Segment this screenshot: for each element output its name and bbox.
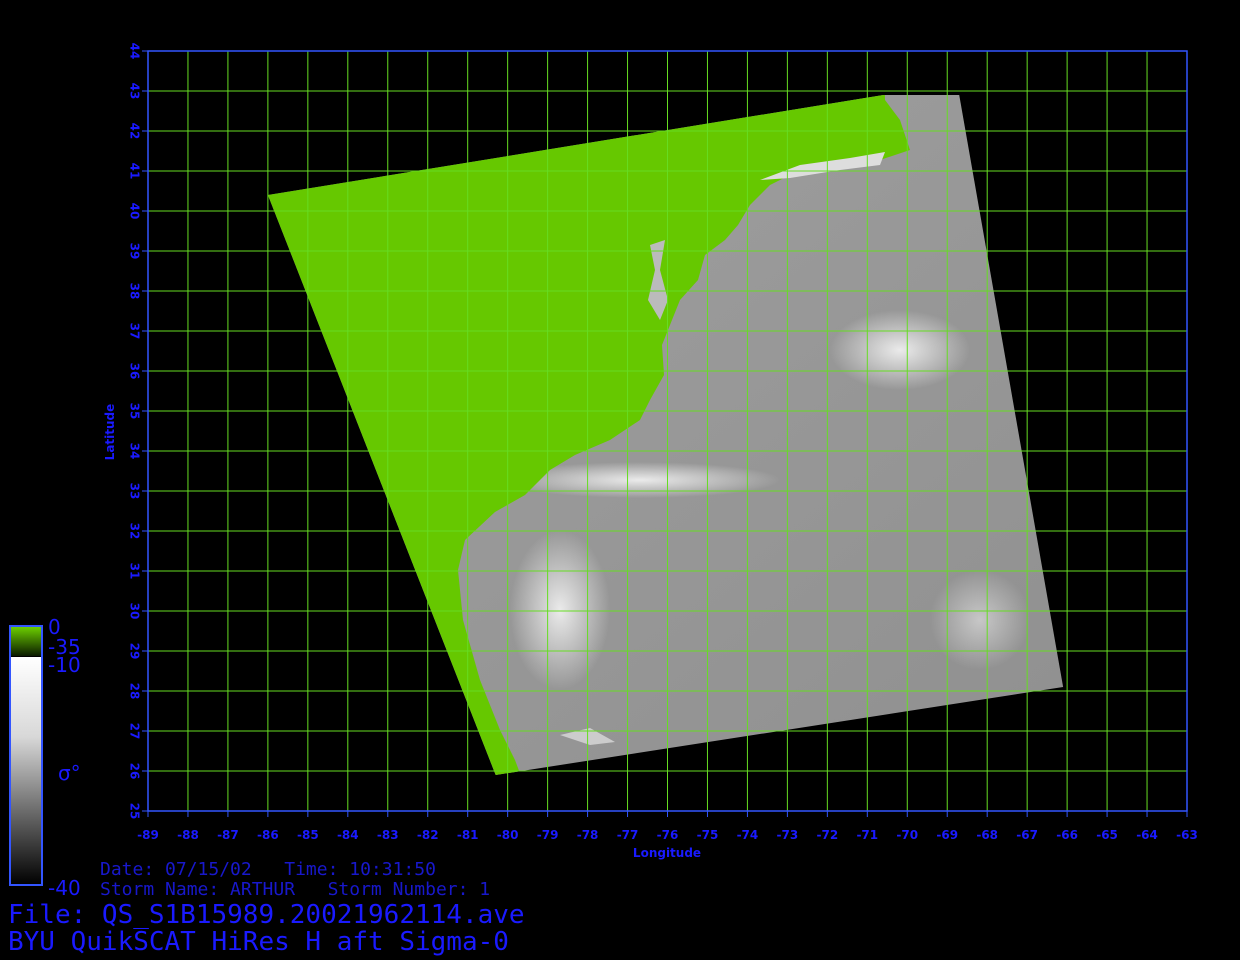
x-tick-label: -89 — [137, 828, 159, 842]
x-tick-label: -71 — [856, 828, 878, 842]
y-axis-label: Latitude — [103, 404, 117, 461]
y-tick-label: 43 — [128, 83, 142, 100]
x-tick-label: -85 — [297, 828, 319, 842]
y-tick-label: 27 — [128, 723, 142, 740]
map-figure: -89 -88 -87 -86 -85 -84 -83 -82 -81 -80 -79 -78 -77 -… — [0, 0, 1240, 960]
date-time-info: Date: 07/15/02 Time: 10:31:50 — [100, 859, 436, 880]
colorbar-sigma-bottom: -40 — [48, 876, 81, 900]
x-tick-label: -70 — [896, 828, 918, 842]
y-tick-label: 40 — [128, 203, 142, 220]
x-tick-label: -81 — [457, 828, 479, 842]
x-tick-label: -84 — [337, 828, 359, 842]
swath-imagery — [267, 95, 1064, 775]
y-tick-label: 25 — [128, 803, 142, 820]
y-tick-label: 30 — [128, 603, 142, 620]
colorbar: 0 -35 -10 -40 σ° — [9, 615, 81, 900]
y-tick-label: 39 — [128, 243, 142, 260]
x-tick-label: -67 — [1016, 828, 1038, 842]
x-tick-label: -65 — [1096, 828, 1118, 842]
map-canvas: -89 -88 -87 -86 -85 -84 -83 -82 -81 -80 -79 -78 -77 -… — [9, 43, 1198, 900]
x-tick-label: -64 — [1136, 828, 1158, 842]
y-tick-label: 42 — [128, 123, 142, 140]
x-tick-label: -86 — [257, 828, 279, 842]
y-tick-label: 31 — [128, 563, 142, 580]
x-tick-label: -77 — [617, 828, 639, 842]
latitude-ticks: 25 26 27 28 29 30 31 32 33 34 35 36 37 38 39 40 41 42 43 44 — [128, 43, 148, 820]
lat-lon-grid — [147, 50, 1188, 812]
product-title: BYU QuikSCAT HiRes H aft Sigma-0 — [8, 927, 509, 957]
y-tick-label: 35 — [128, 403, 142, 420]
x-tick-label: -76 — [657, 828, 679, 842]
bright-patch-south — [510, 530, 610, 690]
y-tick-label: 41 — [128, 163, 142, 180]
y-tick-label: 44 — [128, 43, 142, 60]
y-tick-label: 34 — [128, 443, 142, 460]
y-tick-label: 36 — [128, 363, 142, 380]
x-tick-label: -87 — [217, 828, 239, 842]
x-tick-label: -80 — [497, 828, 519, 842]
y-tick-label: 32 — [128, 523, 142, 540]
x-tick-label: -66 — [1056, 828, 1078, 842]
colorbar-sigma-segment — [10, 657, 42, 885]
colorbar-sigma-top: -10 — [48, 653, 81, 677]
storm-info: Storm Name: ARTHUR Storm Number: 1 — [100, 879, 491, 900]
y-tick-label: 33 — [128, 483, 142, 500]
x-tick-label: -68 — [976, 828, 998, 842]
x-tick-label: -73 — [777, 828, 799, 842]
colorbar-label: σ° — [58, 761, 81, 785]
y-tick-label: 29 — [128, 643, 142, 660]
x-tick-label: -78 — [577, 828, 599, 842]
colorbar-land-segment — [10, 626, 42, 656]
file-info: File: QS_S1B15989.20021962114.ave — [8, 900, 525, 930]
y-tick-label: 37 — [128, 323, 142, 340]
x-tick-label: -69 — [936, 828, 958, 842]
x-tick-label: -88 — [177, 828, 199, 842]
x-tick-label: -79 — [537, 828, 559, 842]
bright-patch-north — [830, 310, 970, 390]
y-tick-label: 28 — [128, 683, 142, 700]
x-tick-label: -83 — [377, 828, 399, 842]
x-axis-label: Longitude — [633, 846, 701, 860]
x-tick-label: -75 — [697, 828, 719, 842]
y-tick-label: 26 — [128, 763, 142, 780]
x-tick-label: -63 — [1176, 828, 1198, 842]
x-tick-label: -82 — [417, 828, 439, 842]
x-tick-label: -74 — [737, 828, 759, 842]
bright-patch-east — [930, 570, 1030, 670]
x-tick-label: -72 — [817, 828, 839, 842]
y-tick-label: 38 — [128, 283, 142, 300]
longitude-ticks: -89 -88 -87 -86 -85 -84 -83 -82 -81 -80 -79 -78 -77 -… — [137, 811, 1198, 842]
